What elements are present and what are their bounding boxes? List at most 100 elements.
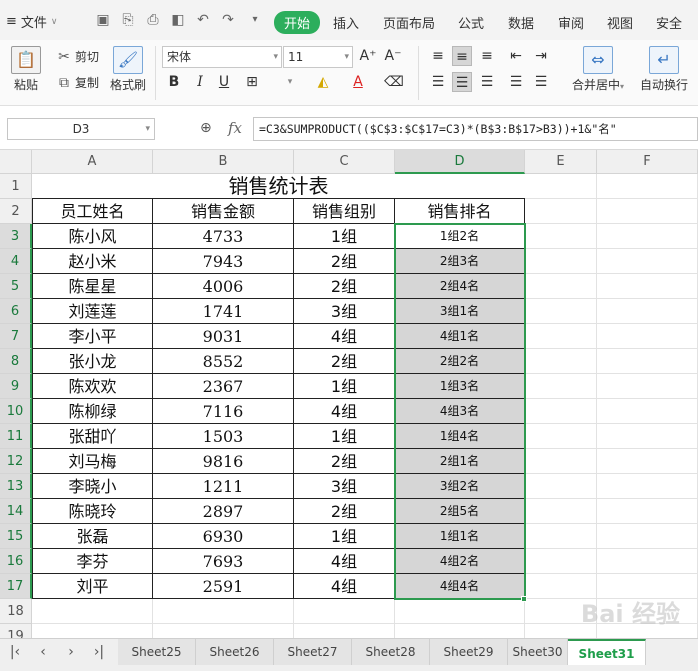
next-sheet-icon[interactable]: › (62, 643, 80, 661)
indent-decrease-icon[interactable]: ⇤ (506, 46, 526, 66)
rank-cell[interactable]: 1组4名 (395, 424, 525, 449)
grid-cell[interactable] (525, 199, 597, 224)
italic-icon[interactable]: I (190, 72, 210, 92)
print-icon[interactable]: ⎙ (144, 12, 162, 28)
table-header-cell[interactable]: 销售金额 (153, 199, 294, 224)
table-cell[interactable]: 李小平 (32, 324, 153, 349)
table-cell[interactable]: 9816 (153, 449, 294, 474)
redo-icon[interactable]: ↷ (219, 12, 237, 28)
row-header-13[interactable]: 13 (0, 474, 32, 499)
grid-cell[interactable] (32, 624, 153, 638)
sheet-tab-sheet26[interactable]: Sheet26 (196, 639, 274, 665)
grid-cell[interactable] (597, 299, 698, 324)
grid-cell[interactable] (597, 549, 698, 574)
row-header-7[interactable]: 7 (0, 324, 32, 349)
table-cell[interactable]: 刘莲莲 (32, 299, 153, 324)
copy-button[interactable]: ⧉ 复制 (56, 74, 99, 91)
table-header-cell[interactable]: 销售组别 (294, 199, 395, 224)
tab-formulas[interactable]: 公式 (458, 13, 484, 32)
rank-cell[interactable]: 2组4名 (395, 274, 525, 299)
grid-cell[interactable] (525, 524, 597, 549)
column-header-d[interactable]: D (395, 150, 525, 174)
rank-cell[interactable]: 2组2名 (395, 349, 525, 374)
row-header-8[interactable]: 8 (0, 349, 32, 374)
file-menu[interactable]: ≡ 文件 ∨ (6, 12, 58, 31)
rank-cell[interactable]: 1组2名 (395, 224, 525, 249)
table-cell[interactable]: 4006 (153, 274, 294, 299)
table-cell[interactable]: 9031 (153, 324, 294, 349)
row-header-6[interactable]: 6 (0, 299, 32, 324)
font-name-select[interactable]: 宋体 ▾ (162, 46, 282, 68)
align-left-icon[interactable]: ☰ (428, 72, 448, 92)
column-header-b[interactable]: B (153, 150, 294, 174)
name-box[interactable]: D3 ▾ (7, 118, 155, 140)
table-cell[interactable]: 刘马梅 (32, 449, 153, 474)
column-header-c[interactable]: C (294, 150, 395, 174)
table-cell[interactable]: 2组 (294, 499, 395, 524)
spreadsheet-grid[interactable]: A B C D E F 1 2 3 4 5 6 7 8 9 10 11 12 13 14 15 16 17 18 19 销售统计表… (0, 150, 698, 638)
justify-icon[interactable]: ☰ (506, 72, 526, 92)
grid-cell[interactable] (597, 274, 698, 299)
save-icon[interactable]: ▣ (94, 12, 112, 28)
row-header-16[interactable]: 16 (0, 549, 32, 574)
grid-cell[interactable] (597, 424, 698, 449)
grid-cell[interactable] (395, 624, 525, 638)
rank-cell[interactable]: 4组4名 (395, 574, 525, 599)
table-cell[interactable]: 1组 (294, 374, 395, 399)
table-cell[interactable]: 4733 (153, 224, 294, 249)
row-header-2[interactable]: 2 (0, 199, 32, 224)
rank-cell[interactable]: 4组1名 (395, 324, 525, 349)
paste-button[interactable]: 📋 粘贴 (8, 46, 44, 93)
column-header-a[interactable]: A (32, 150, 153, 174)
tab-home[interactable]: 开始 (274, 11, 321, 34)
grid-cell[interactable] (597, 449, 698, 474)
first-sheet-icon[interactable]: |‹ (6, 643, 24, 661)
table-cell[interactable]: 陈柳绿 (32, 399, 153, 424)
column-header-e[interactable]: E (525, 150, 597, 174)
grid-cell[interactable] (525, 374, 597, 399)
grid-cell[interactable] (395, 599, 525, 624)
sheet-tab-sheet29[interactable]: Sheet29 (430, 639, 508, 665)
bold-icon[interactable]: B (164, 72, 184, 92)
align-center-icon[interactable]: ☰ (452, 72, 472, 92)
rank-cell[interactable]: 2组3名 (395, 249, 525, 274)
grid-cell[interactable] (153, 599, 294, 624)
table-cell[interactable]: 1组 (294, 424, 395, 449)
preview-icon[interactable]: ◧ (169, 12, 187, 28)
table-cell[interactable]: 4组 (294, 324, 395, 349)
decrease-font-icon[interactable]: A⁻ (383, 46, 403, 66)
table-cell[interactable]: 7943 (153, 249, 294, 274)
table-cell[interactable]: 7116 (153, 399, 294, 424)
grid-cell[interactable] (597, 199, 698, 224)
select-all-corner[interactable] (0, 150, 32, 174)
rank-cell[interactable]: 3组2名 (395, 474, 525, 499)
grid-cell[interactable] (597, 174, 698, 199)
row-header-14[interactable]: 14 (0, 499, 32, 524)
table-cell[interactable]: 1组 (294, 524, 395, 549)
table-header-cell[interactable]: 员工姓名 (32, 199, 153, 224)
grid-cell[interactable] (525, 549, 597, 574)
table-cell[interactable]: 2367 (153, 374, 294, 399)
customize-icon[interactable]: ▾ (246, 12, 264, 28)
align-right-icon[interactable]: ☰ (477, 72, 497, 92)
grid-cell[interactable] (153, 624, 294, 638)
grid-cell[interactable] (525, 499, 597, 524)
row-header-18[interactable]: 18 (0, 599, 32, 624)
row-header-9[interactable]: 9 (0, 374, 32, 399)
grid-cell[interactable] (525, 299, 597, 324)
grid-cell[interactable] (294, 624, 395, 638)
row-header-5[interactable]: 5 (0, 274, 32, 299)
grid-cell[interactable] (597, 499, 698, 524)
table-cell[interactable]: 陈欢欢 (32, 374, 153, 399)
rank-cell[interactable]: 2组5名 (395, 499, 525, 524)
table-cell[interactable]: 8552 (153, 349, 294, 374)
grid-cell[interactable] (525, 174, 597, 199)
table-cell[interactable]: 1211 (153, 474, 294, 499)
row-header-10[interactable]: 10 (0, 399, 32, 424)
tab-data[interactable]: 数据 (508, 13, 534, 32)
align-middle-icon[interactable]: ≡ (452, 46, 472, 66)
align-bottom-icon[interactable]: ≡ (477, 46, 497, 66)
table-cell[interactable]: 张甜吖 (32, 424, 153, 449)
grid-cell[interactable] (32, 599, 153, 624)
row-header-15[interactable]: 15 (0, 524, 32, 549)
